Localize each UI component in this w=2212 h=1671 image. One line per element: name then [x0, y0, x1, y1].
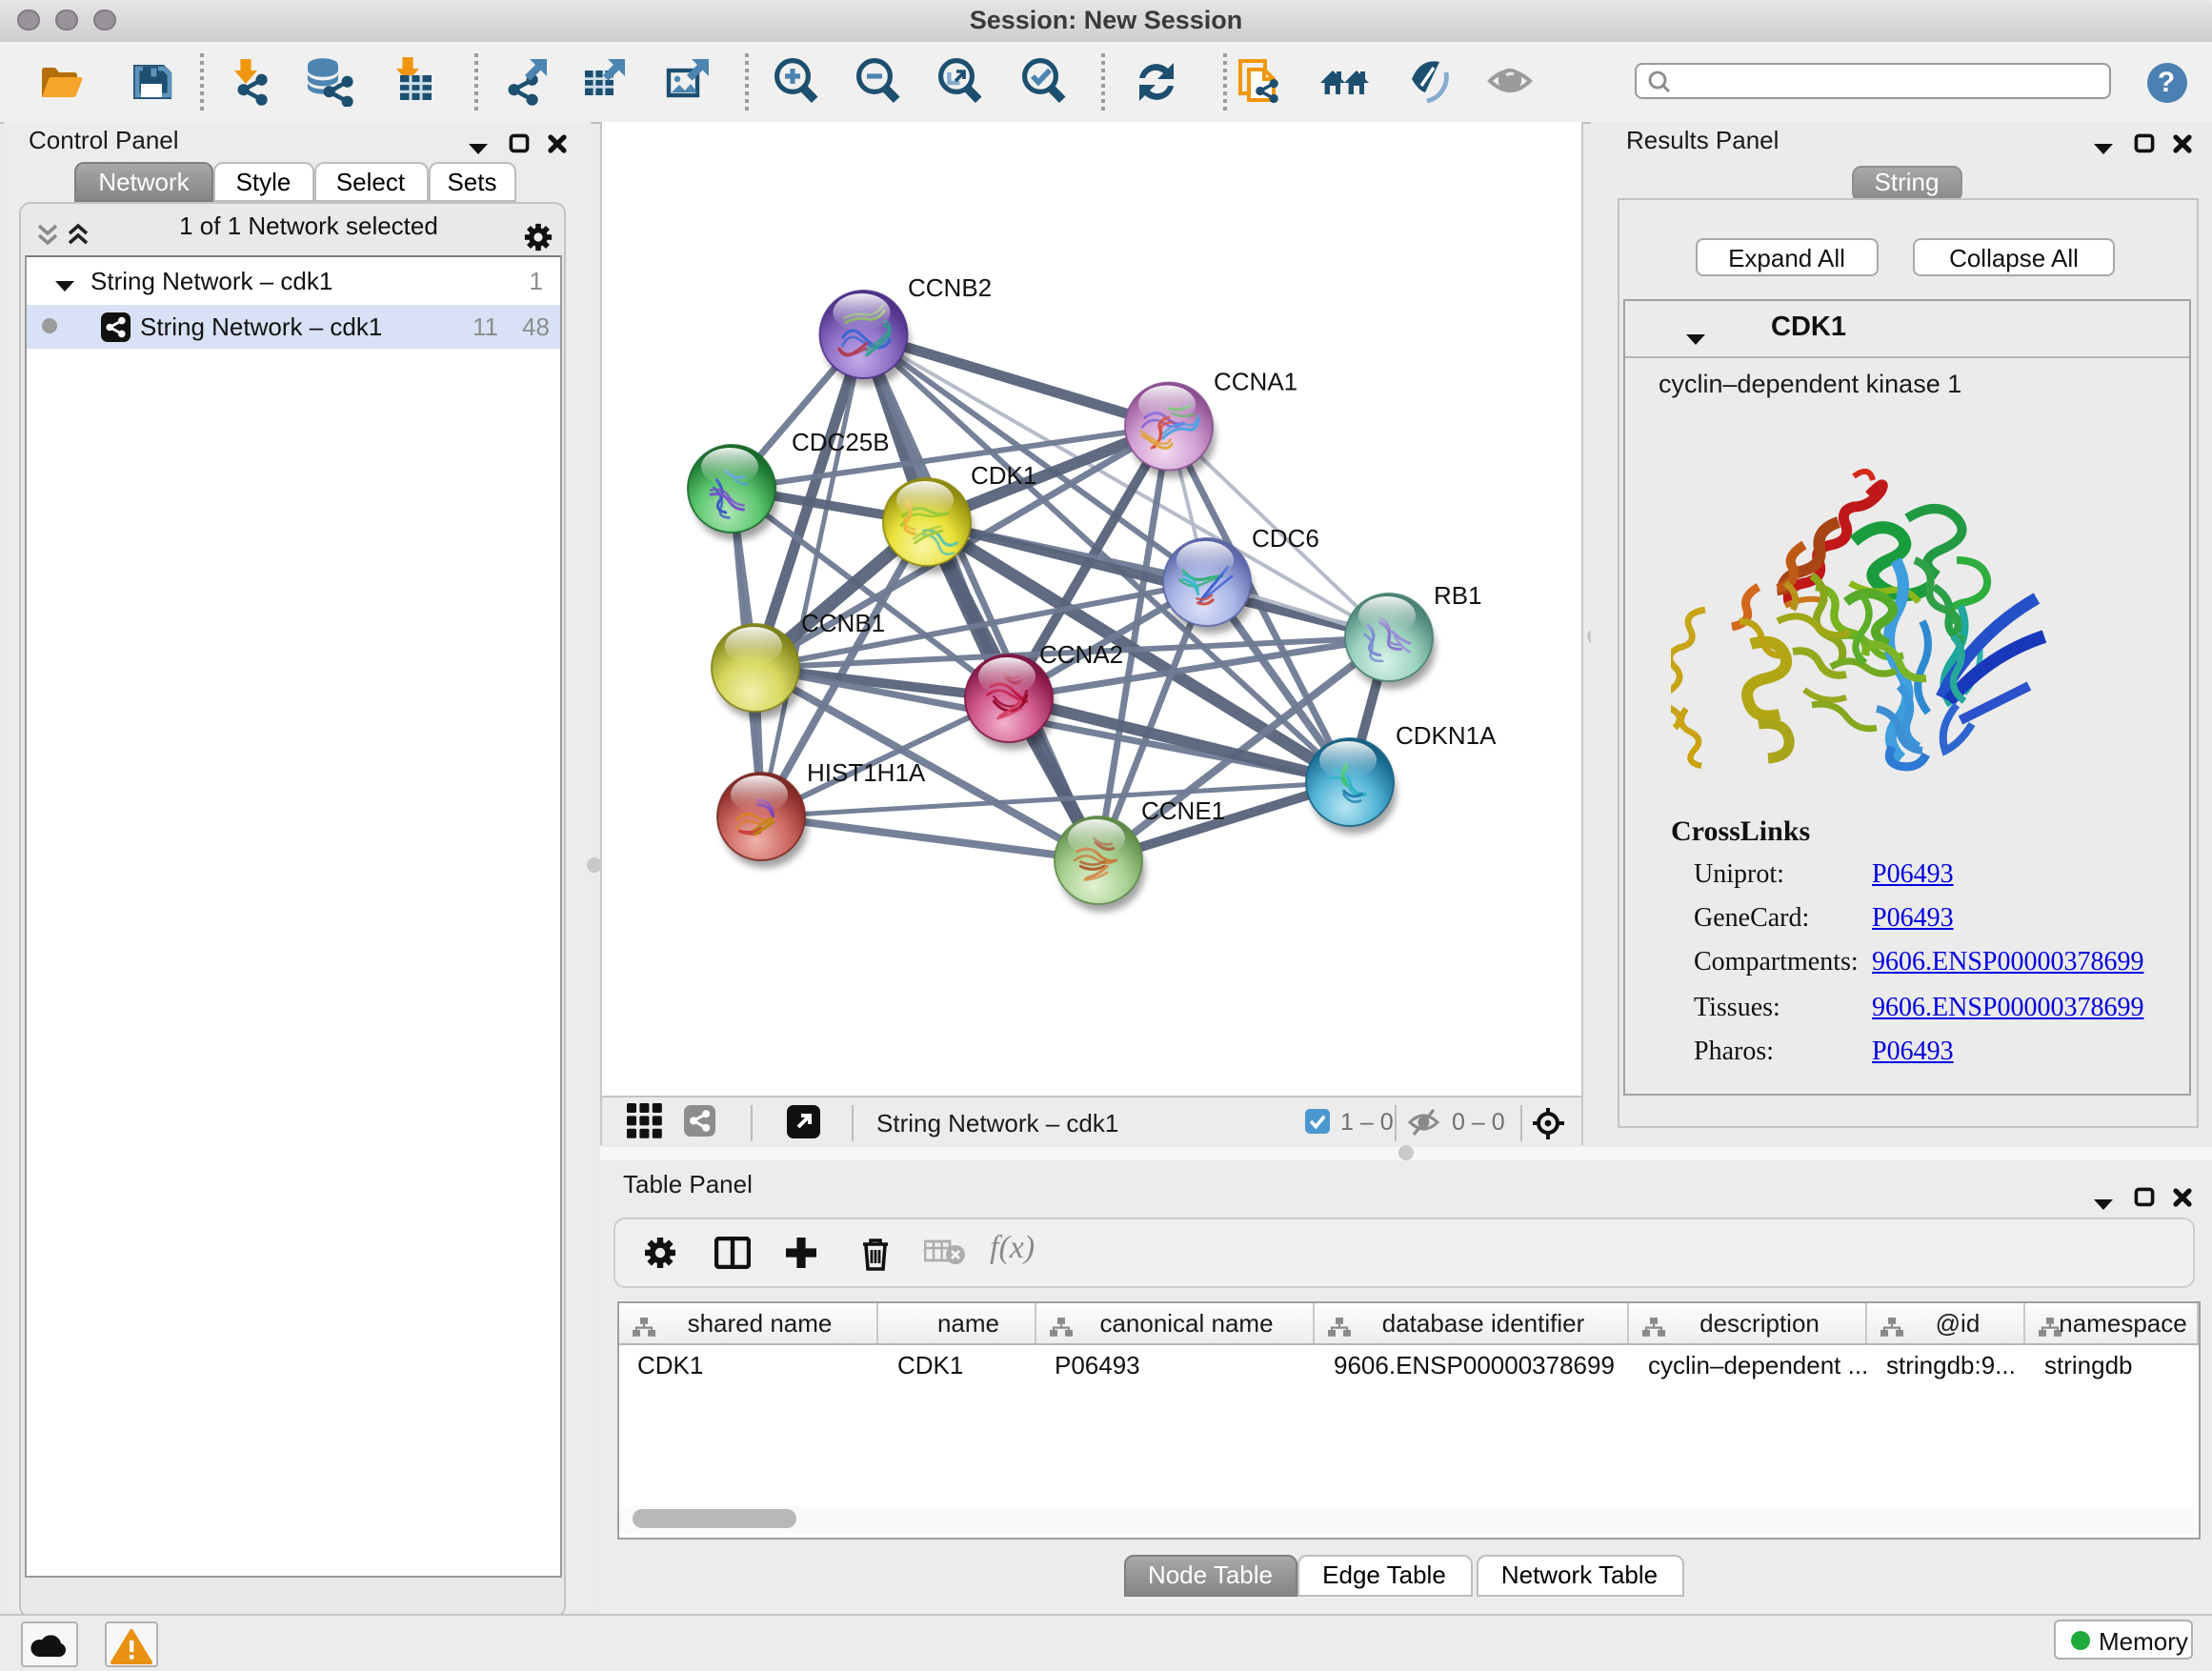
svg-text:CCNA1: CCNA1	[1213, 368, 1297, 396]
svg-text:RB1: RB1	[1433, 581, 1481, 610]
svg-text:CCNB1: CCNB1	[800, 609, 884, 637]
svg-text:CCNB2: CCNB2	[907, 273, 991, 302]
svg-text:CDC6: CDC6	[1251, 524, 1318, 553]
svg-text:CDK1: CDK1	[970, 461, 1036, 490]
svg-text:CCNE1: CCNE1	[1140, 796, 1224, 825]
svg-text:HIST1H1A: HIST1H1A	[806, 758, 925, 787]
svg-text:CDC25B: CDC25B	[791, 428, 889, 456]
svg-text:CCNA2: CCNA2	[1038, 640, 1122, 669]
svg-text:CDKN1A: CDKN1A	[1395, 721, 1496, 750]
